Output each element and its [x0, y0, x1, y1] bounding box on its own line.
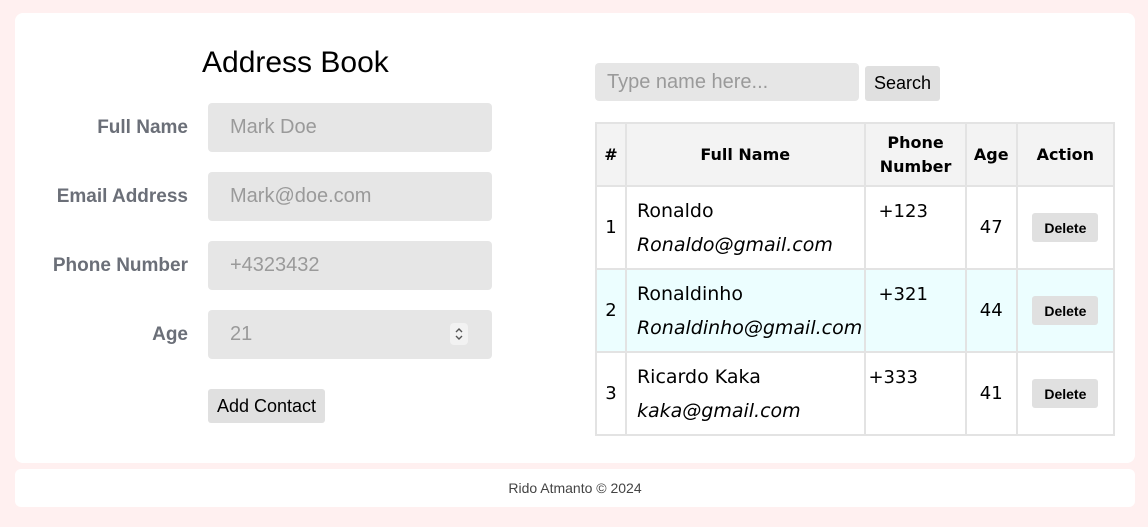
- contact-phone: +333: [864, 351, 967, 436]
- contact-name: Ronaldo: [636, 199, 714, 222]
- phone-input[interactable]: [208, 241, 492, 290]
- delete-button[interactable]: Delete: [1032, 379, 1099, 408]
- contact-age: 47: [964, 185, 1018, 270]
- row-number: 3: [595, 351, 627, 436]
- email-input[interactable]: [208, 172, 492, 221]
- contact-name: Ronaldinho: [636, 282, 743, 305]
- row-contact: Ricardo Kaka kaka@gmail.com: [624, 351, 867, 436]
- full-name-row: Full Name: [15, 103, 515, 152]
- contact-phone: +321: [864, 268, 967, 353]
- contact-email: Ronaldinho@gmail.com: [636, 316, 863, 339]
- header-phone-line-2: Number: [879, 156, 952, 176]
- email-label: Email Address: [56, 185, 188, 207]
- footer-copyright: Rido Atmanto © 2024: [508, 480, 642, 496]
- main-card: Address Book Full Name Email Address Pho…: [15, 13, 1135, 463]
- page-title: Address Book: [202, 46, 389, 79]
- header-phone-line-1: Phone: [887, 132, 944, 152]
- header-age: Age: [964, 122, 1018, 187]
- age-placeholder: 21: [230, 323, 253, 345]
- header-phone-number: Phone Number: [864, 122, 967, 187]
- table-header-row: # Full Name Phone Number Age Action: [595, 122, 1116, 187]
- header-full-name: Full Name: [624, 122, 867, 187]
- header-number: #: [595, 122, 627, 187]
- email-row: Email Address: [15, 172, 515, 221]
- search-input[interactable]: [595, 63, 859, 101]
- table-row: 1 Ronaldo Ronaldo@gmail.com +123 47 Dele…: [595, 185, 1116, 270]
- table-row: 2 Ronaldinho Ronaldinho@gmail.com +321 4…: [595, 268, 1116, 353]
- row-action: Delete: [1015, 185, 1116, 270]
- row-number: 2: [595, 268, 627, 353]
- delete-button[interactable]: Delete: [1032, 296, 1099, 325]
- add-contact-button[interactable]: Add Contact: [208, 389, 325, 423]
- header-action: Action: [1015, 122, 1116, 187]
- contact-age: 44: [964, 268, 1018, 353]
- number-stepper-icon[interactable]: [450, 323, 468, 345]
- age-row: Age 21: [15, 310, 515, 359]
- table-row: 3 Ricardo Kaka kaka@gmail.com +333 41 De…: [595, 351, 1116, 436]
- delete-button[interactable]: Delete: [1032, 213, 1099, 242]
- contact-phone: +123: [864, 185, 967, 270]
- contact-email: kaka@gmail.com: [636, 399, 801, 422]
- row-action: Delete: [1015, 351, 1116, 436]
- full-name-input[interactable]: [208, 103, 492, 152]
- row-contact: Ronaldinho Ronaldinho@gmail.com: [624, 268, 867, 353]
- contact-name: Ricardo Kaka: [636, 365, 761, 388]
- age-input[interactable]: 21: [208, 310, 492, 359]
- contact-email: Ronaldo@gmail.com: [636, 233, 833, 256]
- phone-row: Phone Number: [15, 241, 515, 290]
- footer: Rido Atmanto © 2024: [15, 469, 1135, 507]
- row-number: 1: [595, 185, 627, 270]
- full-name-label: Full Name: [97, 116, 188, 138]
- phone-label: Phone Number: [52, 254, 188, 276]
- contact-age: 41: [964, 351, 1018, 436]
- search-button[interactable]: Search: [865, 66, 940, 101]
- row-action: Delete: [1015, 268, 1116, 353]
- row-contact: Ronaldo Ronaldo@gmail.com: [624, 185, 867, 270]
- age-label: Age: [152, 323, 188, 345]
- contacts-table: # Full Name Phone Number Age Action 1 Ro…: [595, 122, 1116, 436]
